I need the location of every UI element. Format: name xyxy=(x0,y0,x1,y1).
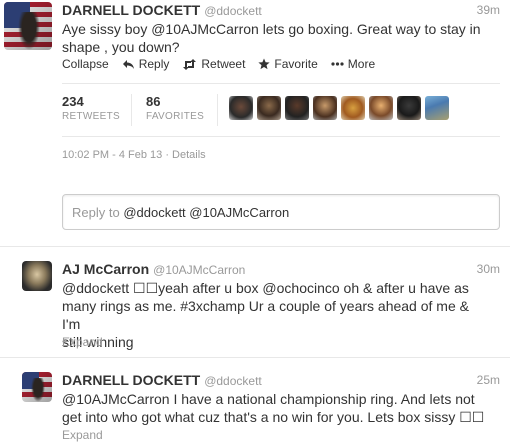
reply-button[interactable]: Reply xyxy=(122,57,169,71)
tweet-time[interactable]: 39m xyxy=(477,3,500,17)
divider xyxy=(62,83,500,84)
avatar[interactable] xyxy=(257,96,281,120)
tweet-actions: Collapse Reply Retweet Favorite More xyxy=(62,57,388,71)
favoriters-avatars xyxy=(229,96,453,120)
tweet-text: Aye sissy boy @10AJMcCarron lets go boxi… xyxy=(62,20,490,56)
reply-tweet[interactable]: AJ McCarron @10AJMcCarron 30m @ddockett ☐… xyxy=(0,247,510,357)
avatar[interactable] xyxy=(341,96,365,120)
author-name-text[interactable]: DARNELL DOCKETT xyxy=(62,2,200,18)
tweet-text: @ddockett ☐☐yeah after u box @ochocinco … xyxy=(62,279,490,351)
more-button[interactable]: More xyxy=(331,57,375,71)
tweet-text-line: get into who got what cuz that's a no wi… xyxy=(62,409,485,425)
reply-tweet[interactable]: DARNELL DOCKETT @ddockett 25m @10AJMcCarr… xyxy=(0,358,510,448)
avatar[interactable] xyxy=(4,2,52,50)
stat-separator xyxy=(131,94,132,126)
collapse-link[interactable]: Collapse xyxy=(62,57,109,71)
avatar[interactable] xyxy=(22,261,52,291)
divider xyxy=(62,136,500,137)
favorites-label[interactable]: FAVORITES xyxy=(146,110,204,124)
reply-arrow-icon xyxy=(122,59,134,69)
avatar[interactable] xyxy=(22,372,52,402)
author-name-text[interactable]: AJ McCarron xyxy=(62,261,149,277)
tweet-time[interactable]: 30m xyxy=(477,262,500,276)
avatar[interactable] xyxy=(397,96,421,120)
tweet-text-line: still winning xyxy=(62,334,134,350)
avatar[interactable] xyxy=(425,96,449,120)
tweet-text-line: @ddockett ☐☐yeah after u box @ochocinco … xyxy=(62,280,469,296)
expand-link[interactable]: Expand xyxy=(62,335,103,349)
stat-separator xyxy=(217,94,218,126)
avatar[interactable] xyxy=(229,96,253,120)
tweet-text-line: @10AJMcCarron I have a national champion… xyxy=(62,391,475,407)
favorite-button[interactable]: Favorite xyxy=(258,57,318,71)
author-handle[interactable]: @ddockett xyxy=(204,374,262,388)
avatar[interactable] xyxy=(369,96,393,120)
retweets-stat[interactable]: 234 RETWEETS xyxy=(62,94,120,124)
favorites-count[interactable]: 86 xyxy=(146,94,204,110)
tweet-text-line: Aye sissy boy @10AJMcCarron lets go boxi… xyxy=(62,21,481,37)
author-name[interactable]: AJ McCarron @10AJMcCarron xyxy=(62,261,245,277)
reply-prefix: Reply to xyxy=(72,205,120,220)
author-handle[interactable]: @ddockett xyxy=(204,4,262,18)
star-icon xyxy=(258,58,271,70)
retweet-button[interactable]: Retweet xyxy=(182,57,245,71)
more-dots-icon xyxy=(331,62,344,66)
reply-input[interactable]: Reply to @ddockett @10AJMcCarron xyxy=(62,194,500,230)
avatar[interactable] xyxy=(313,96,337,120)
expand-link[interactable]: Expand xyxy=(62,428,103,442)
avatar[interactable] xyxy=(285,96,309,120)
main-tweet: DARNELL DOCKETT @ddockett 39m Aye sissy b… xyxy=(0,0,510,240)
retweet-icon xyxy=(183,58,197,70)
author-name[interactable]: DARNELL DOCKETT @ddockett xyxy=(62,2,262,18)
tweet-text-line: many rings as me. #3xchamp Ur a couple o… xyxy=(62,298,469,332)
reply-value: @ddockett @10AJMcCarron xyxy=(123,205,290,220)
retweets-count[interactable]: 234 xyxy=(62,94,120,110)
tweet-text-line: shape , you down? xyxy=(62,39,180,55)
favorites-stat[interactable]: 86 FAVORITES xyxy=(146,94,204,124)
retweets-label[interactable]: RETWEETS xyxy=(62,110,120,124)
author-handle[interactable]: @10AJMcCarron xyxy=(153,263,245,277)
tweet-datetime[interactable]: 10:02 PM - 4 Feb 13 · Details xyxy=(62,149,206,161)
author-name[interactable]: DARNELL DOCKETT @ddockett xyxy=(62,372,262,388)
tweet-stats: 234 RETWEETS 86 FAVORITES xyxy=(62,94,226,124)
tweet-text: @10AJMcCarron I have a national champion… xyxy=(62,390,490,426)
author-name-text[interactable]: DARNELL DOCKETT xyxy=(62,372,200,388)
tweet-time[interactable]: 25m xyxy=(477,373,500,387)
